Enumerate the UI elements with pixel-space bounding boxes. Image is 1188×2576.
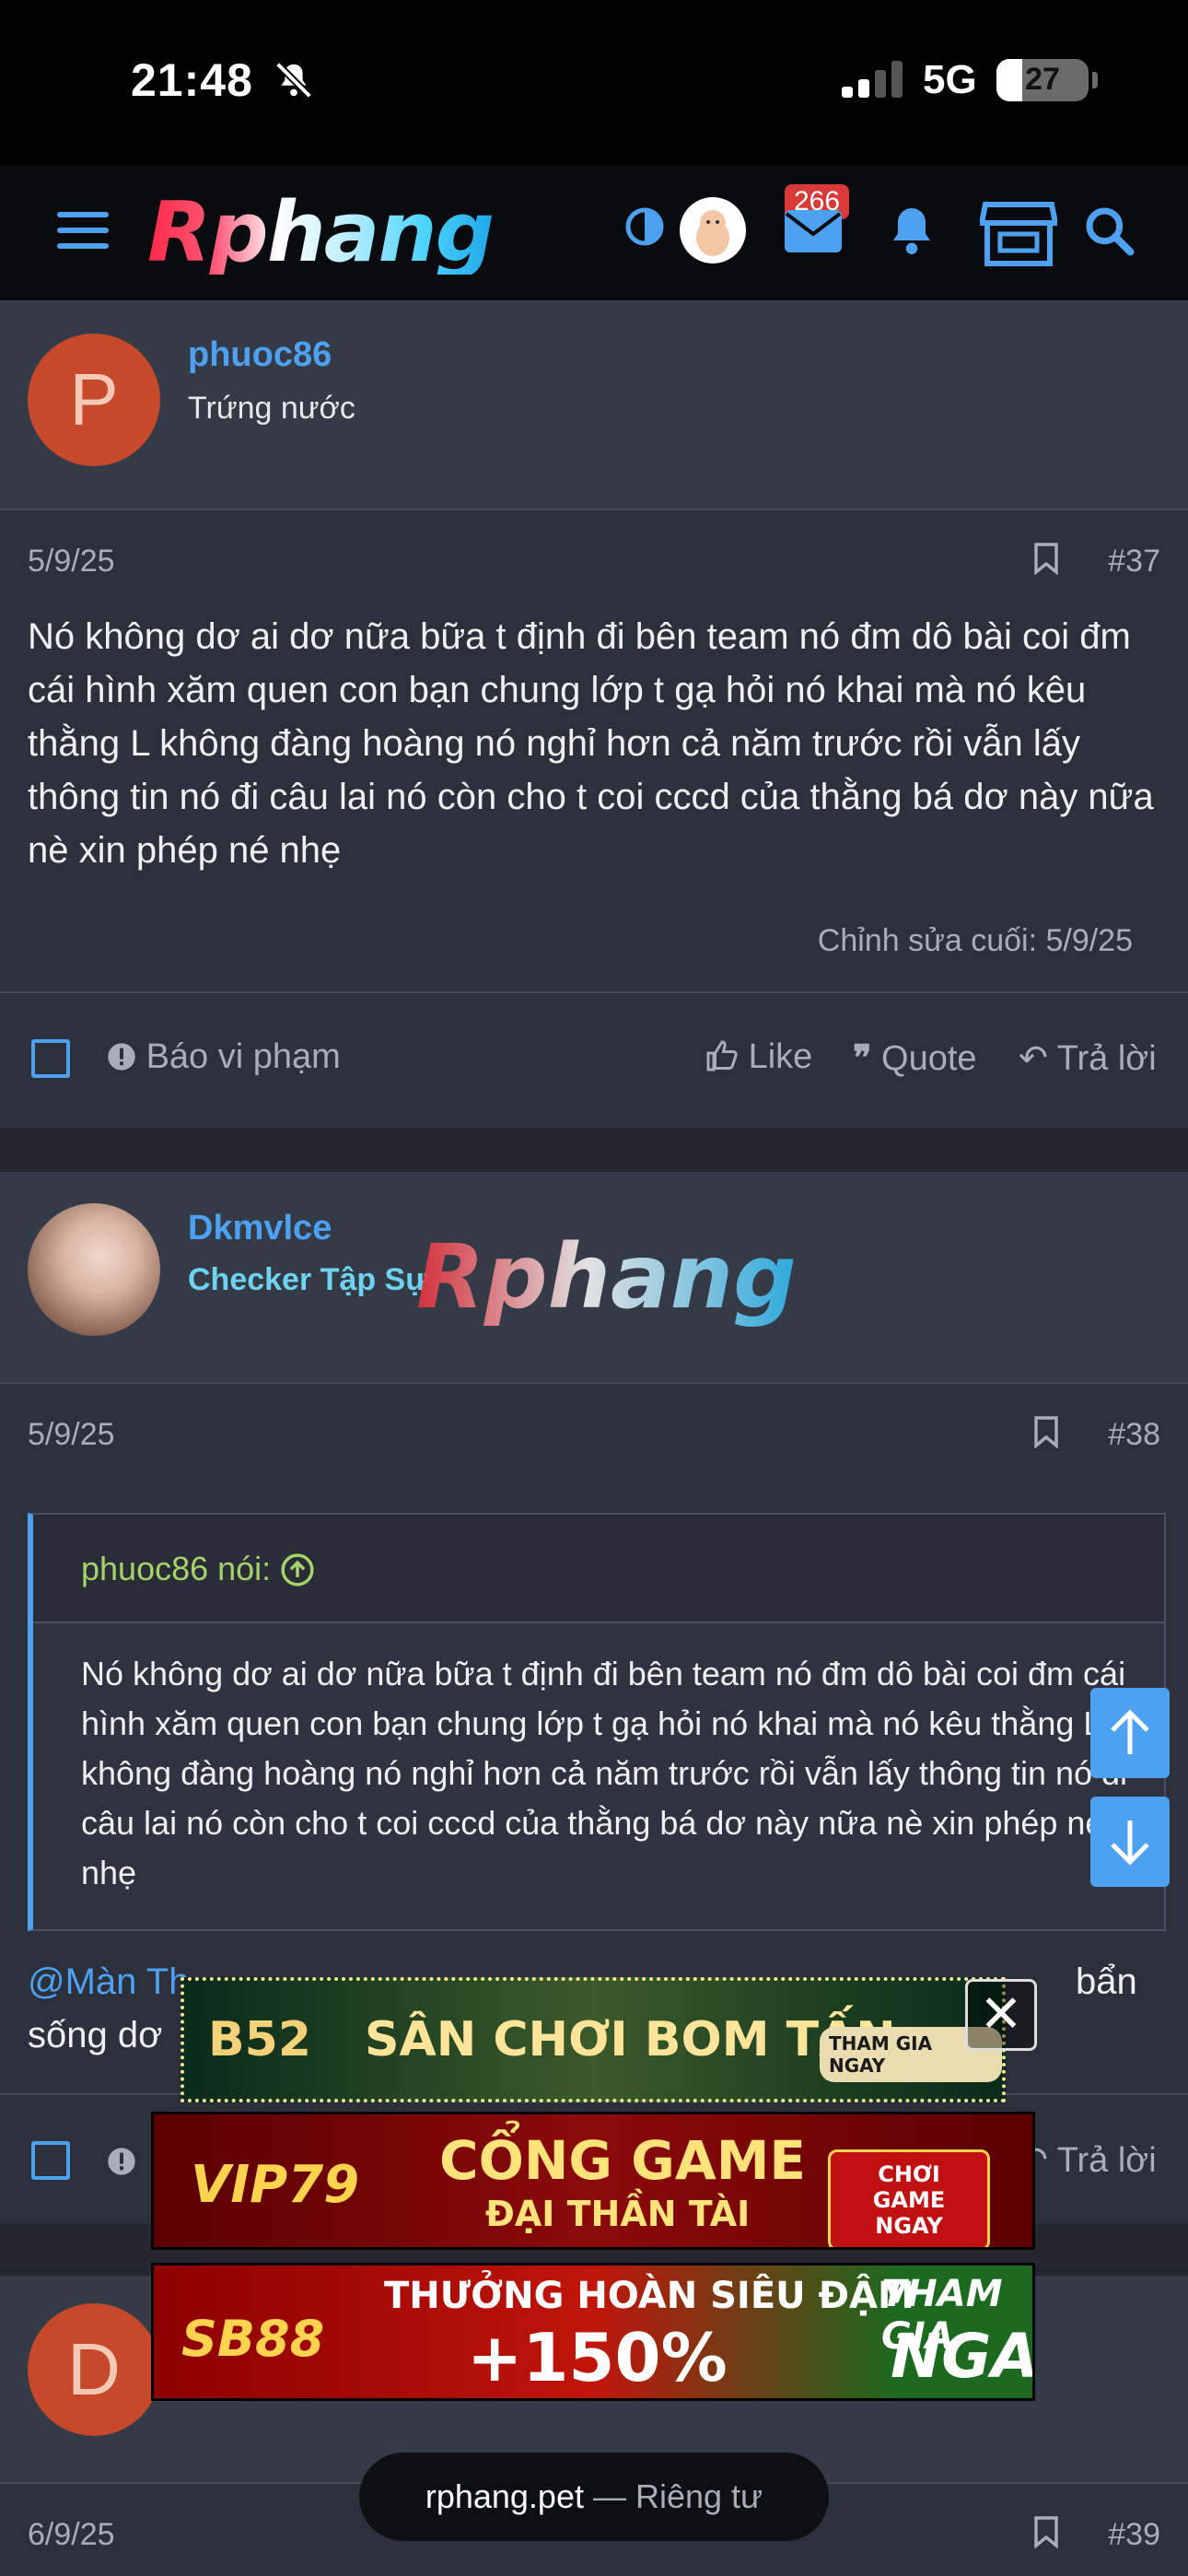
ad-cta-2[interactable]: NGAY (891, 2321, 1032, 2392)
clock: 21:48 (131, 54, 253, 106)
ad-banner-sb88[interactable]: SB88 THƯỞNG HOÀN SIÊU ĐẬM +150% THAM GIA… (151, 2263, 1035, 2401)
report-button[interactable]: Báo vi phạm (107, 1037, 341, 1077)
bookmark-icon[interactable] (1033, 2515, 1059, 2548)
reply-icon: ↶ (1019, 1039, 1048, 1078)
warning-icon (108, 2148, 135, 2175)
select-checkbox[interactable] (31, 2141, 70, 2180)
like-button[interactable]: Like (705, 1037, 812, 1077)
post-date[interactable]: 6/9/25 (28, 2517, 115, 2553)
author-avatar[interactable] (28, 1203, 160, 1336)
close-ad-button[interactable]: ✕ (965, 1979, 1037, 2051)
select-checkbox[interactable] (31, 1039, 70, 1078)
reply-button[interactable]: ↶ Trả lời (1019, 1037, 1157, 1079)
ad-banner-vip79[interactable]: VIP79 CỔNG GAME ĐẠI THẦN TÀI CHƠI GAME N… (151, 2112, 1035, 2250)
arrow-up-circle-icon[interactable] (280, 1552, 315, 1587)
author-name[interactable]: phuoc86 (188, 335, 332, 375)
post-37: 5/9/25 #37 Nó không dơ ai dơ nữa bữa t đ… (0, 510, 1188, 1128)
reply-label: Trả lời (1056, 2141, 1157, 2180)
quote-text: Nó không dơ ai dơ nữa bữa t định đi bên … (81, 1655, 1128, 1891)
theme-toggle-icon[interactable] (623, 205, 667, 249)
quote-label: Quote (881, 1039, 977, 1078)
post-date[interactable]: 5/9/25 (28, 1417, 115, 1453)
silent-mode-icon (275, 62, 312, 99)
ad-headline: THƯỞNG HOÀN SIÊU ĐẬM (384, 2275, 914, 2317)
user-mention[interactable]: @Màn Th (28, 1961, 190, 2002)
watermark-logo: Rphang (416, 1225, 797, 1329)
ad-cta[interactable]: CHƠI GAME NGAY (828, 2149, 990, 2247)
post-body-line2: sống dơ (28, 2015, 163, 2055)
bookmark-icon[interactable] (1033, 1415, 1059, 1448)
post-number[interactable]: #38 (1108, 1417, 1160, 1453)
post-body-fragment: bẩn (1076, 1961, 1137, 2002)
post-body: Nó không dơ ai dơ nữa bữa t định đi bên … (28, 616, 1154, 871)
post-number[interactable]: #39 (1108, 2517, 1160, 2553)
notification-bell-icon[interactable] (884, 203, 939, 260)
ad-headline: CỔNG GAME (439, 2129, 807, 2192)
ad-subheadline: ĐẠI THẦN TÀI (485, 2194, 751, 2234)
ad-brand: VIP79 (191, 2155, 360, 2215)
thumbs-up-icon (706, 1040, 738, 1071)
ad-banner-b52[interactable]: B52 SÂN CHƠI BOM TẤN THAM GIA NGAY (181, 1977, 1006, 2102)
ad-brand: SB88 (181, 2310, 325, 2368)
scroll-to-top-button[interactable] (1090, 1688, 1170, 1778)
url-host: rphang.pet (425, 2477, 584, 2515)
quote-author[interactable]: phuoc86 nói: (81, 1550, 315, 1588)
url-privacy: — Riêng tư (583, 2477, 763, 2515)
menu-icon[interactable] (57, 212, 109, 252)
arrow-down-icon (1111, 1821, 1149, 1866)
quote-button[interactable]: ❞ Quote (853, 1037, 977, 1079)
battery-icon: 27 (996, 59, 1089, 101)
browser-url-bar[interactable]: rphang.pet — Riêng tư (359, 2453, 829, 2541)
post-date[interactable]: 5/9/25 (28, 544, 115, 580)
quote-icon: ❞ (853, 1039, 872, 1078)
author-title: Checker Tập Sự (188, 1262, 428, 1297)
ad-headline: SÂN CHƠI BOM TẤN (365, 2012, 896, 2067)
post-37-header: P phuoc86 Trứng nước (0, 302, 1188, 510)
author-avatar[interactable]: D (28, 2303, 160, 2436)
store-icon[interactable] (980, 199, 1057, 267)
ad-brand: B52 (208, 2012, 311, 2067)
post-actions: Báo vi phạm Like ❞ Quote ↶ Trả lời (0, 993, 1188, 1122)
battery-level: 27 (1025, 62, 1060, 97)
reply-label: Trả lời (1056, 1039, 1157, 1078)
reply-button[interactable]: ↶ Trả lời (1019, 2139, 1157, 2181)
status-bar: 21:48 5G 27 (0, 0, 1188, 166)
edited-note: Chỉnh sửa cuối: 5/9/25 (817, 923, 1133, 958)
author-name[interactable]: Dkmvlce (188, 1209, 332, 1248)
quote-block: phuoc86 nói: Nó không dơ ai dơ nữa bữa t… (28, 1513, 1166, 1931)
author-avatar[interactable]: P (28, 334, 160, 466)
post-number[interactable]: #37 (1108, 544, 1160, 580)
scroll-to-bottom-button[interactable] (1090, 1797, 1170, 1887)
like-label: Like (748, 1037, 813, 1076)
report-label: Báo vi phạm (146, 1037, 341, 1076)
cellular-signal-icon (842, 61, 903, 98)
search-icon[interactable] (1083, 205, 1135, 256)
mail-icon[interactable] (783, 208, 844, 254)
user-avatar[interactable] (680, 197, 746, 263)
bookmark-icon[interactable] (1033, 542, 1059, 575)
site-logo[interactable]: Rphang (147, 192, 495, 275)
warning-icon (108, 1043, 135, 1071)
ad-bonus: +150% (467, 2319, 728, 2396)
author-title: Trứng nước (188, 391, 355, 426)
arrow-up-icon (1111, 1709, 1149, 1754)
network-type: 5G (923, 57, 977, 102)
